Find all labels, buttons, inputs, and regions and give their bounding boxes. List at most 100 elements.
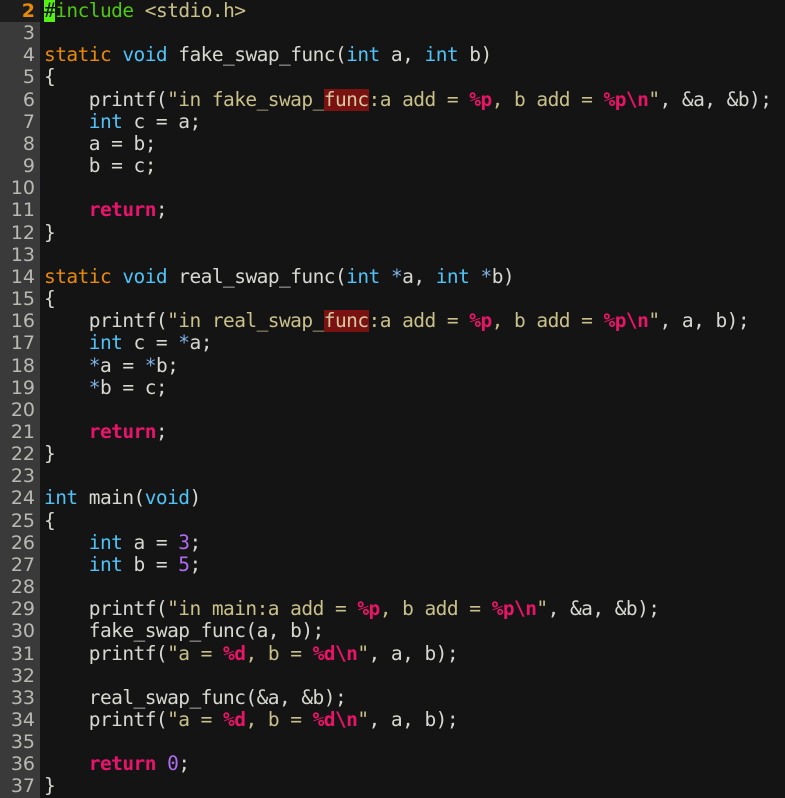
code-line[interactable]: 16 printf("in real_swap_func:a add = %p,…: [0, 310, 785, 333]
code-line[interactable]: 29 printf("in main:a add = %p, b add = %…: [0, 598, 785, 621]
code-token: %d: [223, 642, 246, 665]
code-line[interactable]: 4 static void fake_swap_func(int a, int b…: [0, 44, 785, 67]
code-token: %d\n: [312, 709, 358, 731]
code-token: :a add =: [368, 88, 470, 111]
code-line-content[interactable]: printf("a = %d, b = %d\n", a, b);: [40, 709, 785, 731]
code-token: %p\n: [603, 88, 649, 111]
code-line[interactable]: 20: [0, 398, 785, 421]
code-line-content[interactable]: return;: [40, 199, 785, 221]
code-line[interactable]: 15{: [0, 288, 785, 311]
code-line[interactable]: 2 #include <stdio.h>: [0, 0, 785, 23]
code-line-content[interactable]: printf("a = %d, b = %d\n", a, b);: [40, 643, 785, 665]
code-line[interactable]: 9 b = c;: [0, 155, 785, 178]
line-number: 32: [0, 664, 40, 687]
code-line-content[interactable]: }: [40, 443, 785, 465]
code-line-content[interactable]: {: [40, 288, 785, 310]
line-number: 5: [0, 66, 40, 89]
code-line[interactable]: 28: [0, 576, 785, 599]
code-line-content[interactable]: int main(void): [40, 487, 785, 509]
code-line[interactable]: 33 real_swap_func(&a, &b);: [0, 686, 785, 709]
code-token: , a, b);: [368, 642, 459, 665]
line-number: 7: [0, 110, 40, 133]
code-line-content[interactable]: [40, 465, 785, 487]
code-line[interactable]: 37}: [0, 775, 785, 798]
code-line[interactable]: 18 *a = *b;: [0, 354, 785, 377]
code-line[interactable]: 23: [0, 465, 785, 488]
code-line-content[interactable]: int c = *a;: [40, 332, 785, 354]
code-token: 5: [178, 553, 190, 576]
line-number: 17: [0, 332, 40, 355]
code-token: {: [44, 288, 56, 311]
code-line-content[interactable]: [40, 177, 785, 199]
code-line[interactable]: 5{: [0, 66, 785, 89]
code-token: ": [357, 709, 369, 731]
code-line[interactable]: 36 return 0;: [0, 753, 785, 776]
code-token: a;: [189, 332, 213, 355]
code-token: int: [88, 531, 123, 554]
code-line[interactable]: 27 int b = 5;: [0, 553, 785, 577]
line-number: 18: [0, 354, 40, 377]
code-token: "a =: [167, 709, 224, 731]
code-line[interactable]: 31 printf("a = %d, b = %d\n", a, b);: [0, 642, 785, 665]
code-line[interactable]: 26 int a = 3;: [0, 531, 785, 554]
code-line[interactable]: 6 printf("in fake_swap_func:a add = %p, …: [0, 88, 785, 111]
code-token: , b =: [245, 642, 313, 665]
code-line-content[interactable]: int a = 3;: [40, 532, 785, 554]
code-line-content[interactable]: printf("in real_swap_func:a add = %p, b …: [40, 310, 785, 333]
code-line[interactable]: 35: [0, 731, 785, 754]
code-line[interactable]: 17 int c = *a;: [0, 332, 785, 355]
code-line[interactable]: 11 return;: [0, 199, 785, 222]
code-line-content[interactable]: }: [40, 775, 785, 797]
code-line-content[interactable]: return 0;: [40, 753, 785, 775]
code-line-content[interactable]: [40, 399, 785, 421]
code-line[interactable]: 24 int main(void): [0, 487, 785, 510]
code-line[interactable]: 13: [0, 243, 785, 266]
code-token: a = b;: [44, 132, 157, 155]
code-line-content[interactable]: *a = *b;: [40, 355, 785, 377]
code-line[interactable]: 32: [0, 664, 785, 687]
code-line-content[interactable]: [40, 22, 785, 44]
code-line-content[interactable]: printf("in main:a add = %p, b add = %p\n…: [40, 598, 785, 620]
code-line-content[interactable]: #include <stdio.h>: [40, 0, 785, 22]
code-line-content[interactable]: [40, 731, 785, 753]
code-line-content[interactable]: b = c;: [40, 155, 785, 177]
code-line[interactable]: 25{: [0, 509, 785, 532]
code-token: a =: [99, 354, 145, 377]
code-line[interactable]: 7 int c = a;: [0, 110, 785, 133]
code-line[interactable]: 14 static void real_swap_func(int *a, int…: [0, 265, 785, 289]
code-line-content[interactable]: [40, 665, 785, 687]
code-line-content[interactable]: int b = 5;: [40, 554, 785, 576]
code-line-content[interactable]: static void fake_swap_func(int a, int b): [40, 44, 785, 66]
code-line-content[interactable]: [40, 244, 785, 266]
code-line-content[interactable]: *b = c;: [40, 377, 785, 399]
code-line-content[interactable]: {: [40, 66, 785, 88]
code-token: fake_swap_func(: [167, 44, 347, 67]
code-line[interactable]: 3: [0, 22, 785, 45]
code-line-content[interactable]: }: [40, 222, 785, 244]
code-line-content[interactable]: fake_swap_func(a, b);: [40, 620, 785, 642]
code-line-content[interactable]: {: [40, 510, 785, 532]
code-line-content[interactable]: [40, 576, 785, 598]
code-token: c = a;: [122, 110, 202, 133]
code-line[interactable]: 30 fake_swap_func(a, b);: [0, 620, 785, 643]
code-line[interactable]: 21 return;: [0, 420, 785, 444]
line-number: 16: [0, 310, 40, 333]
code-line-content[interactable]: printf("in fake_swap_func:a add = %p, b …: [40, 88, 785, 111]
code-line[interactable]: 12}: [0, 221, 785, 244]
code-line[interactable]: 8 a = b;: [0, 132, 785, 156]
code-token: <stdio.h>: [144, 0, 246, 22]
line-number: 22: [0, 443, 40, 466]
code-line-content[interactable]: int c = a;: [40, 111, 785, 133]
code-line-content[interactable]: static void real_swap_func(int *a, int *…: [40, 266, 785, 288]
code-line-content[interactable]: return;: [40, 421, 785, 443]
code-line[interactable]: 34 printf("a = %d, b = %d\n", a, b);: [0, 709, 785, 732]
code-line[interactable]: 22}: [0, 443, 785, 466]
code-line[interactable]: 19 *b = c;: [0, 376, 785, 399]
code-line[interactable]: 10: [0, 177, 785, 200]
code-line-content[interactable]: a = b;: [40, 133, 785, 155]
line-number: 14: [0, 265, 40, 289]
code-editor[interactable]: 2 #include <stdio.h> 3 4 static void fake_sw…: [0, 0, 785, 798]
code-line-content[interactable]: real_swap_func(&a, &b);: [40, 687, 785, 709]
